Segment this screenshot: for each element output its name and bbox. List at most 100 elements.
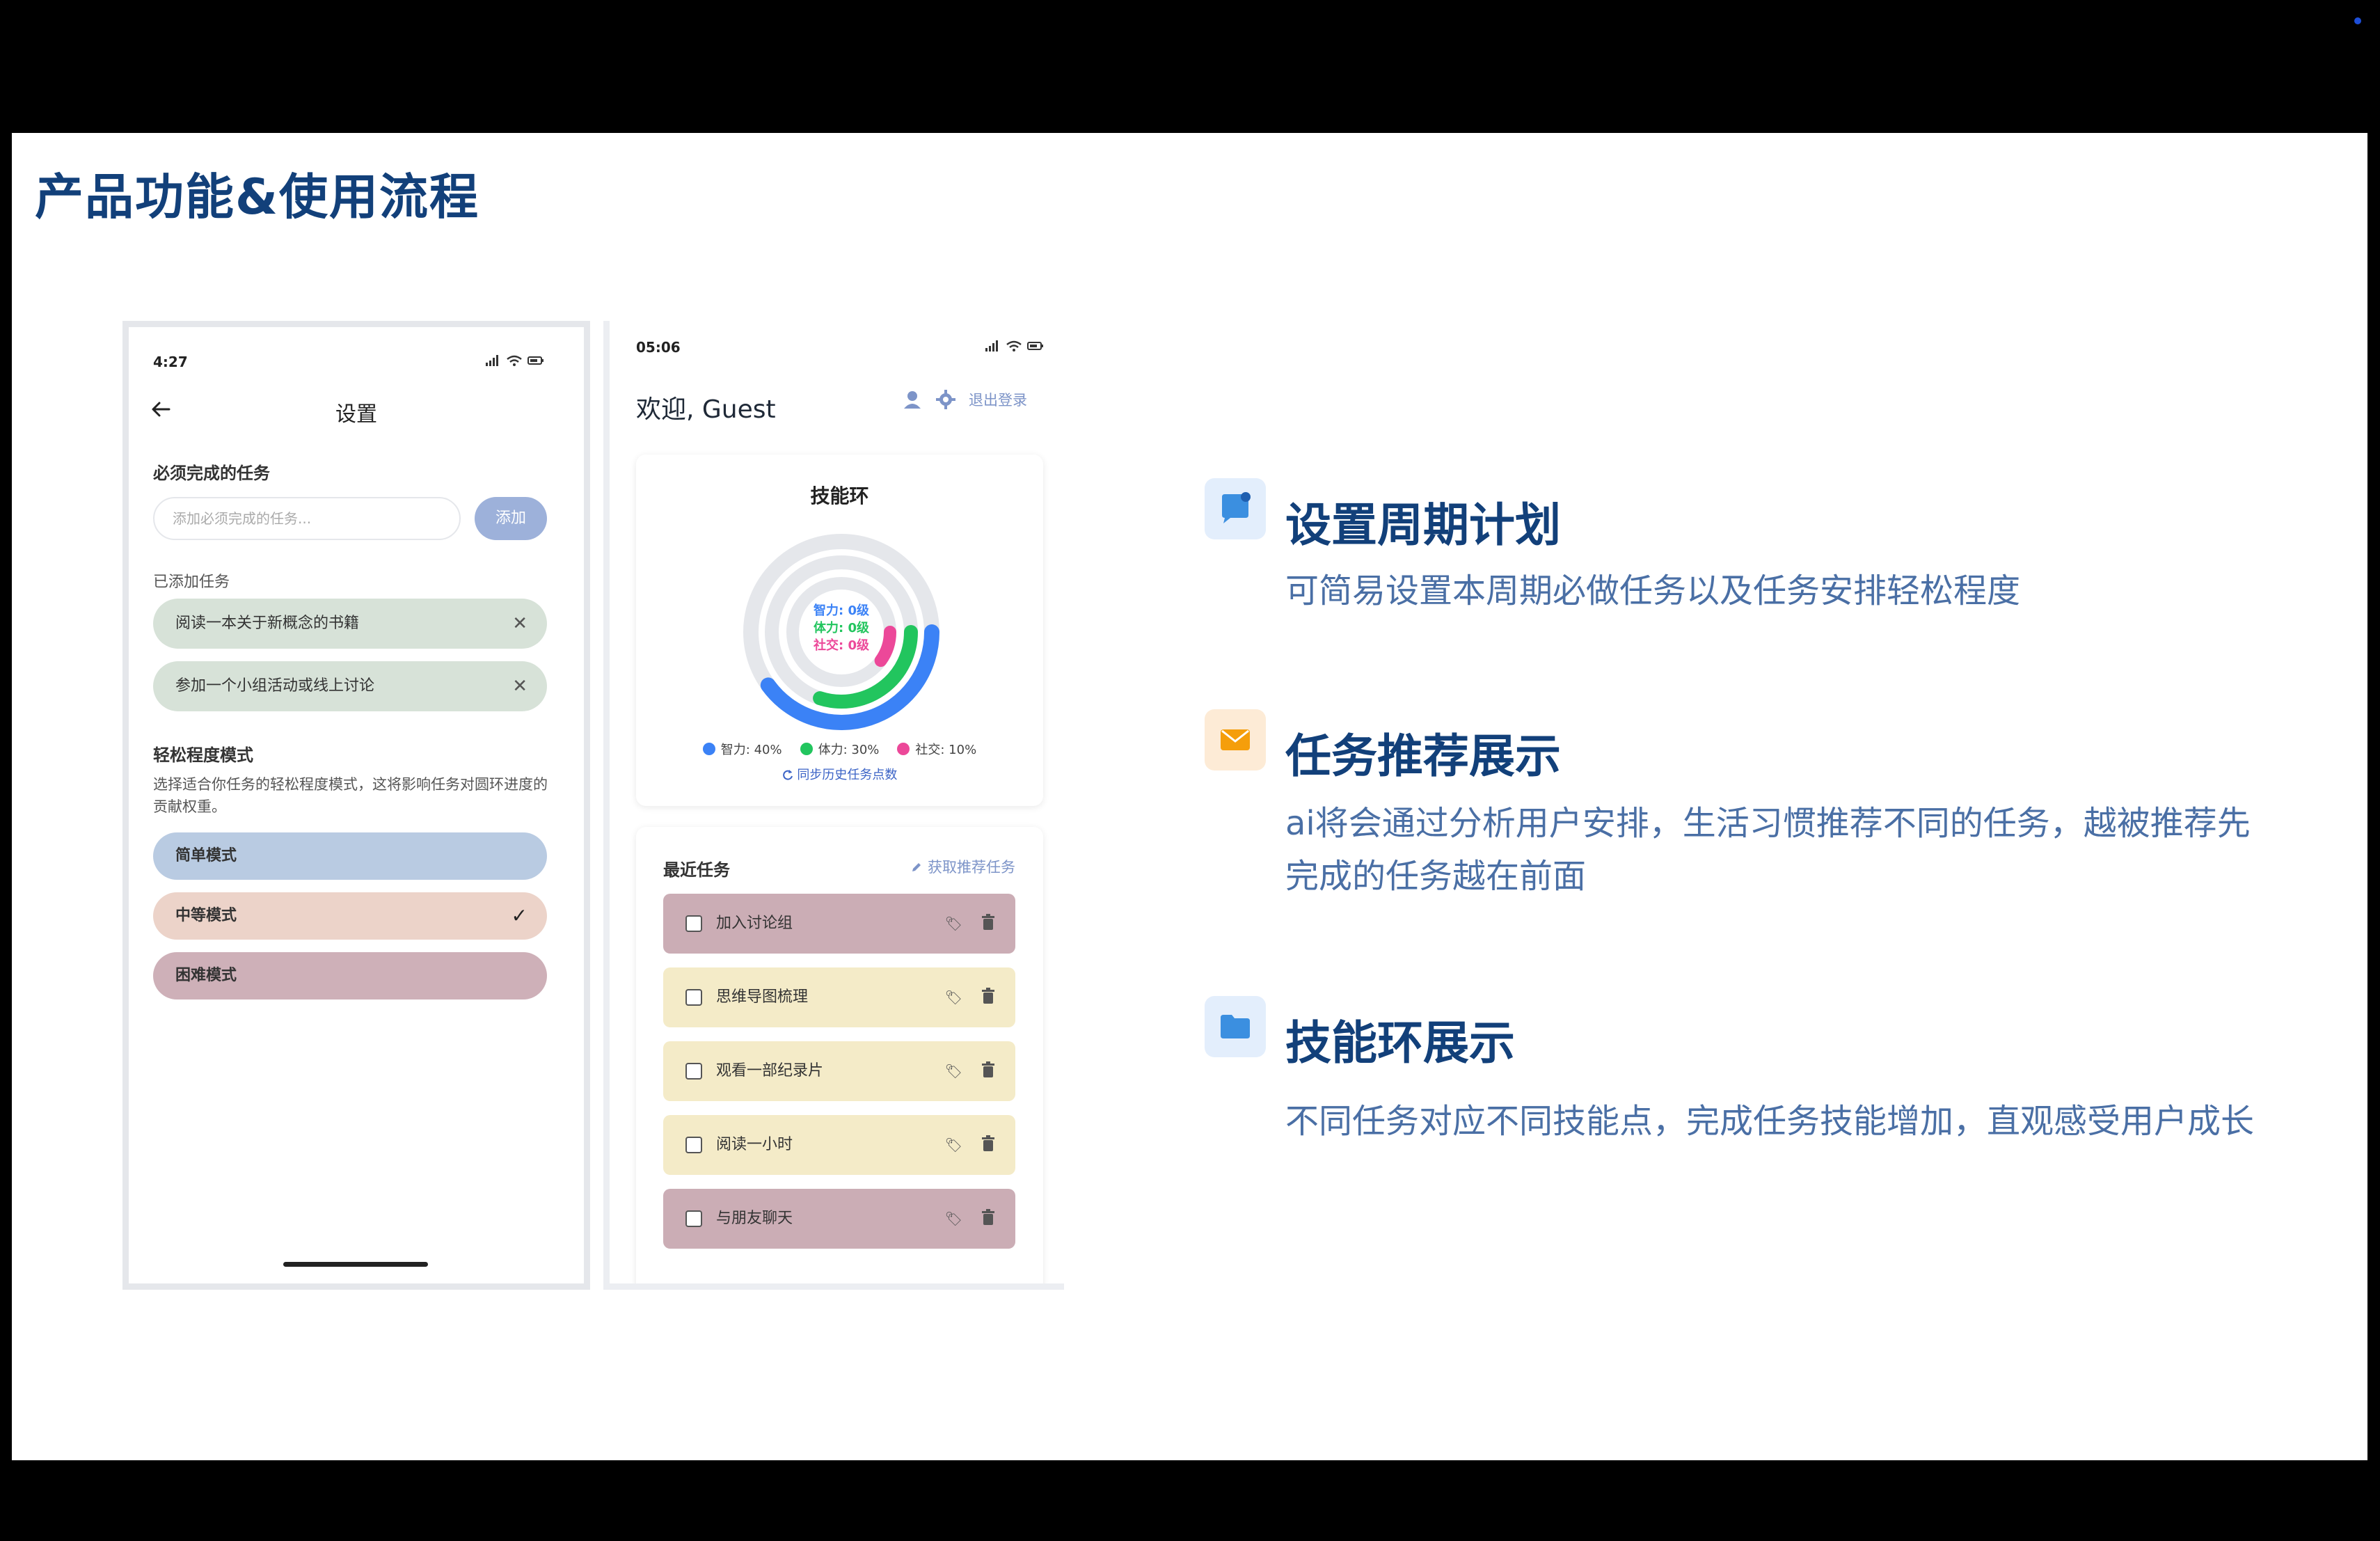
refresh-icon — [782, 770, 793, 780]
task-checkbox[interactable] — [685, 1210, 702, 1227]
user-icon[interactable] — [902, 389, 923, 410]
skill-ring-card: 技能环 智力: 0级 体力: 0级 社交: 0级 智力: 40% 体力: 30%… — [636, 455, 1043, 806]
chat-flag-icon — [1205, 478, 1266, 539]
header-actions: 退出登录 — [902, 389, 1027, 410]
task-checkbox[interactable] — [685, 1137, 702, 1153]
mode-label-text: 简单模式 — [175, 847, 237, 864]
recent-task-item[interactable]: 阅读一小时 🏷 — [663, 1115, 1015, 1175]
mode-easy[interactable]: 简单模式 — [153, 832, 547, 880]
added-task-item: 阅读一本关于新概念的书籍 ✕ — [153, 599, 547, 649]
stage: { "slide": { "title": "产品功能&使用流程" }, "ph… — [0, 0, 2380, 1541]
task-label: 与朋友聊天 — [716, 1210, 793, 1227]
tag-icon[interactable]: 🏷 — [945, 1041, 962, 1101]
feature-title: 任务推荐展示 — [1285, 729, 1561, 783]
feature-desc: ai将会通过分析用户安排，生活习惯推荐不同的任务，越被推荐先完成的任务越在前面 — [1285, 804, 2251, 896]
get-recommend-link[interactable]: 获取推荐任务 — [910, 856, 1015, 877]
slide-title: 产品功能&使用流程 — [35, 168, 480, 226]
mode-medium[interactable]: 中等模式 ✓ — [153, 892, 547, 940]
legend-swatch — [702, 743, 715, 755]
status-time: 05:06 — [636, 339, 681, 356]
legend-label: 体力: 30% — [818, 743, 880, 757]
feature-title: 技能环展示 — [1285, 1016, 1515, 1070]
recent-task-item[interactable]: 思维导图梳理 🏷 — [663, 967, 1015, 1027]
remove-icon[interactable]: ✕ — [512, 599, 527, 649]
ring-label-social: 社交: 0级 — [814, 638, 869, 653]
mode-label-text: 困难模式 — [175, 967, 237, 984]
settings-header: 设置 — [129, 390, 584, 432]
feature-desc: 不同任务对应不同技能点，完成任务技能增加，直观感受用户成长 — [1285, 1102, 2255, 1141]
task-label: 阅读一本关于新概念的书籍 — [175, 615, 360, 632]
legend-label: 智力: 40% — [720, 743, 782, 757]
status-time: 4:27 — [153, 354, 188, 370]
task-label: 阅读一小时 — [716, 1136, 793, 1153]
task-label: 思维导图梳理 — [716, 988, 809, 1006]
feature-desc: 可简易设置本周期必做任务以及任务安排轻松程度 — [1285, 571, 2021, 610]
task-label: 观看一部纪录片 — [716, 1062, 824, 1080]
mode-label: 轻松程度模式 — [153, 745, 253, 765]
add-button[interactable]: 添加 — [475, 497, 547, 540]
logout-link[interactable]: 退出登录 — [969, 389, 1027, 410]
legend-swatch — [800, 743, 813, 755]
task-checkbox[interactable] — [685, 989, 702, 1006]
recent-task-item[interactable]: 观看一部纪录片 🏷 — [663, 1041, 1015, 1101]
tag-icon[interactable]: 🏷 — [945, 967, 962, 1027]
task-checkbox[interactable] — [685, 915, 702, 932]
legend-label: 社交: 10% — [915, 743, 977, 757]
sync-label: 同步历史任务点数 — [797, 768, 898, 782]
signal-icon — [486, 355, 498, 366]
skill-ring: 智力: 0级 体力: 0级 社交: 0级 — [737, 528, 946, 736]
ring-legend: 智力: 40% 体力: 30% 社交: 10% — [636, 740, 1043, 758]
settings-phone: 4:27 设置 必须完成的任务 添加必须完成的任务... 添加 已添加任务 阅读… — [122, 321, 590, 1290]
wifi-icon — [507, 355, 522, 366]
tag-icon[interactable]: 🏷 — [945, 894, 962, 954]
added-tasks-label: 已添加任务 — [153, 574, 230, 591]
status-icons — [486, 355, 544, 366]
welcome-text: 欢迎, Guest — [636, 395, 776, 424]
pencil-icon — [912, 863, 921, 871]
mail-icon — [1205, 709, 1266, 770]
remove-icon[interactable]: ✕ — [512, 661, 527, 711]
recent-tasks-title: 最近任务 — [663, 860, 730, 880]
mode-label-text: 中等模式 — [175, 907, 237, 924]
trash-icon[interactable] — [981, 987, 996, 1005]
task-input[interactable]: 添加必须完成的任务... — [153, 497, 461, 540]
recent-task-item[interactable]: 与朋友聊天 🏷 — [663, 1189, 1015, 1249]
tag-icon[interactable]: 🏷 — [945, 1115, 962, 1175]
legend-item: 智力: 40% — [702, 740, 782, 758]
legend-item: 体力: 30% — [800, 740, 880, 758]
settings-title: 设置 — [335, 402, 377, 427]
mode-hard[interactable]: 困难模式 — [153, 952, 547, 999]
home-phone: 05:06 欢迎, Guest 退出登录 技能环 智力: 0级 体力: 0级 社… — [603, 321, 1064, 1290]
sync-link[interactable]: 同步历史任务点数 — [636, 765, 1043, 783]
status-icons — [985, 340, 1044, 351]
trash-icon[interactable] — [981, 913, 996, 931]
slide: 产品功能&使用流程 4:27 设置 必须完成的任务 添加必须完成的任务... 添… — [12, 133, 2367, 1460]
added-task-item: 参加一个小组活动或线上讨论 ✕ — [153, 661, 547, 711]
trash-icon[interactable] — [981, 1208, 996, 1226]
folder-icon — [1205, 996, 1266, 1057]
task-label: 参加一个小组活动或线上讨论 — [175, 677, 375, 695]
legend-item: 社交: 10% — [897, 740, 976, 758]
ring-label-intellect: 智力: 0级 — [814, 603, 869, 618]
gear-icon[interactable] — [935, 389, 956, 410]
legend-swatch — [897, 743, 910, 755]
trash-icon[interactable] — [981, 1061, 996, 1079]
wifi-icon — [1006, 340, 1022, 351]
feature-title: 设置周期计划 — [1285, 498, 1561, 552]
indicator-dot — [2354, 17, 2361, 24]
signal-icon — [985, 340, 998, 351]
recent-task-item[interactable]: 加入讨论组 🏷 — [663, 894, 1015, 954]
ring-label-stamina: 体力: 0级 — [814, 621, 869, 635]
home-indicator — [283, 1262, 428, 1267]
skill-ring-title: 技能环 — [810, 484, 869, 507]
tag-icon[interactable]: 🏷 — [945, 1189, 962, 1249]
check-icon: ✓ — [511, 904, 527, 927]
trash-icon[interactable] — [981, 1135, 996, 1153]
get-recommend-label: 获取推荐任务 — [928, 859, 1015, 876]
task-checkbox[interactable] — [685, 1063, 702, 1080]
required-tasks-label: 必须完成的任务 — [153, 464, 270, 483]
mode-description: 选择适合你任务的轻松程度模式，这将影响任务对圆环进度的贡献权重。 — [153, 776, 548, 815]
recent-tasks-card: 最近任务 获取推荐任务 加入讨论组 🏷 思维导图梳理 🏷 观看一部纪录片 🏷 阅… — [636, 827, 1043, 1283]
task-label: 加入讨论组 — [716, 915, 793, 932]
battery-icon — [1027, 342, 1043, 350]
